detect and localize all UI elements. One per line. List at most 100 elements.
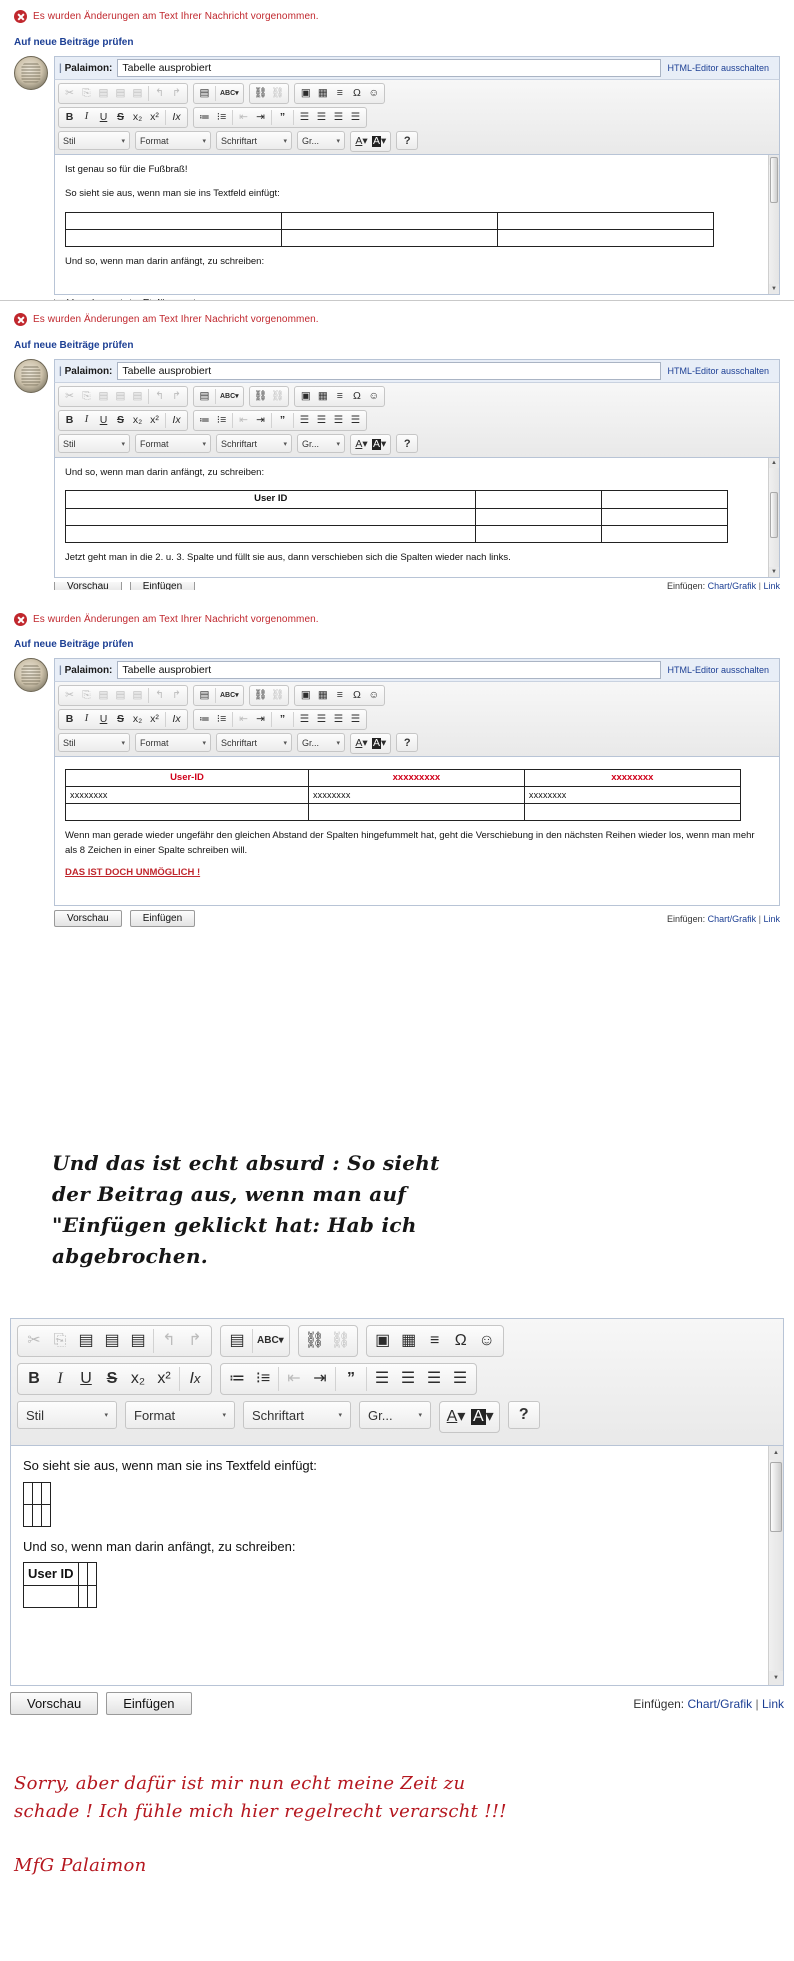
style-select[interactable]: Stil ▾ [58, 434, 130, 453]
help-button[interactable]: ? [507, 1401, 540, 1429]
table-cell[interactable] [64, 228, 283, 247]
bold-icon[interactable]: B [61, 711, 78, 728]
image-icon[interactable]: ▣ [297, 687, 314, 704]
align-center-icon[interactable]: ☰ [313, 109, 330, 126]
smiley-icon[interactable]: ☺ [365, 85, 382, 102]
subject-input[interactable] [117, 661, 662, 679]
paste-as-text-icon[interactable]: ▤ [112, 85, 129, 102]
outdent-icon[interactable]: ⇤ [235, 711, 252, 728]
undo-icon[interactable]: ↰ [151, 687, 168, 704]
align-justify-icon[interactable]: ☰ [347, 109, 364, 126]
horizontal-rule-icon[interactable]: ≡ [422, 1328, 448, 1354]
text-color-button[interactable]: A ▾ [443, 1404, 469, 1430]
blockquote-format-icon[interactable]: ▤ [196, 388, 213, 405]
table-cell[interactable] [64, 507, 477, 526]
paste-from-word-icon[interactable]: ▤ [125, 1328, 151, 1354]
align-justify-icon[interactable]: ☰ [347, 412, 364, 429]
table-cell[interactable] [601, 507, 729, 526]
editor-body[interactable]: ▲ ▼ So sieht sie aus, wenn man sie ins T… [10, 1446, 784, 1686]
spellcheck-icon[interactable]: ABC▾ [218, 687, 241, 704]
unlink-icon[interactable]: ⛓ [269, 85, 286, 102]
subscript-icon[interactable]: x₂ [129, 711, 146, 728]
blockquote-icon[interactable]: ” [274, 109, 291, 126]
table-cell[interactable] [77, 1584, 88, 1608]
paste-icon[interactable]: ▤ [95, 388, 112, 405]
table-header-cell[interactable]: User ID [64, 490, 477, 509]
bulleted-list-icon[interactable]: ⁝≡ [250, 1366, 276, 1392]
editor-body[interactable]: User-ID xxxxxxxxx xxxxxxxx xxxxxxxx xxxx… [54, 757, 780, 906]
special-character-icon[interactable]: Ω [348, 85, 365, 102]
strikethrough-icon[interactable]: S [112, 109, 129, 126]
unlink-icon[interactable]: ⛓ [269, 687, 286, 704]
style-select[interactable]: Stil ▾ [58, 131, 130, 150]
remove-format-icon[interactable]: Ix [182, 1366, 208, 1392]
copy-icon[interactable]: ⎘ [47, 1328, 73, 1354]
table-cell[interactable] [32, 1481, 42, 1505]
blockquote-icon[interactable]: ” [274, 412, 291, 429]
editor-body[interactable]: ▲ ▼ Ist genau so für die Fußbraß! So sie… [54, 155, 780, 295]
table-cell[interactable]: xxxxxxxx [307, 786, 525, 805]
indent-icon[interactable]: ⇥ [252, 109, 269, 126]
paste-icon[interactable]: ▤ [73, 1328, 99, 1354]
paste-as-text-icon[interactable]: ▤ [112, 687, 129, 704]
bulleted-list-icon[interactable]: ⁝≡ [213, 109, 230, 126]
undo-icon[interactable]: ↰ [151, 85, 168, 102]
underline-icon[interactable]: U [95, 711, 112, 728]
size-select[interactable]: Gr... ▾ [297, 434, 345, 453]
inserted-table[interactable] [64, 211, 715, 247]
horizontal-rule-icon[interactable]: ≡ [331, 85, 348, 102]
table-cell[interactable] [23, 1481, 33, 1505]
table-cell[interactable] [475, 507, 603, 526]
size-select[interactable]: Gr... ▾ [359, 1401, 431, 1429]
underline-icon[interactable]: U [95, 412, 112, 429]
inserted-table[interactable]: User ID [64, 490, 729, 543]
special-character-icon[interactable]: Ω [348, 687, 365, 704]
check-new-posts-link[interactable]: Auf neue Beiträge prüfen [14, 639, 780, 650]
format-select[interactable]: Format ▾ [135, 434, 211, 453]
special-character-icon[interactable]: Ω [448, 1328, 474, 1354]
text-color-button[interactable]: A ▾ [353, 133, 370, 150]
strikethrough-icon[interactable]: S [112, 412, 129, 429]
editor-content[interactable]: Und so, wenn man darin anfängt, zu schre… [55, 458, 779, 577]
table-cell[interactable] [475, 490, 603, 509]
blockquote-icon[interactable]: ” [338, 1366, 364, 1392]
collapsed-table-2[interactable]: User ID [23, 1562, 97, 1608]
italic-icon[interactable]: I [78, 711, 95, 728]
smiley-icon[interactable]: ☺ [365, 388, 382, 405]
bold-icon[interactable]: B [21, 1366, 47, 1392]
cut-icon[interactable]: ✂ [61, 388, 78, 405]
redo-icon[interactable]: ↱ [168, 85, 185, 102]
align-left-icon[interactable]: ☰ [296, 412, 313, 429]
text-color-button[interactable]: A ▾ [353, 735, 370, 752]
blockquote-format-icon[interactable]: ▤ [196, 687, 213, 704]
underline-icon[interactable]: U [95, 109, 112, 126]
link-icon[interactable]: ⛓ [252, 388, 269, 405]
paste-from-word-icon[interactable]: ▤ [129, 388, 146, 405]
paste-icon[interactable]: ▤ [95, 687, 112, 704]
align-center-icon[interactable]: ☰ [313, 711, 330, 728]
italic-icon[interactable]: I [47, 1366, 73, 1392]
spellcheck-icon[interactable]: ABC▾ [218, 85, 241, 102]
table-cell[interactable] [601, 490, 729, 509]
link-icon[interactable]: ⛓ [252, 85, 269, 102]
text-color-button[interactable]: A ▾ [353, 436, 370, 453]
table-header-cell[interactable]: User-ID [65, 768, 309, 788]
horizontal-rule-icon[interactable]: ≡ [331, 388, 348, 405]
table-icon[interactable]: ▦ [314, 85, 331, 102]
table-cell[interactable] [64, 211, 283, 230]
superscript-icon[interactable]: x² [146, 412, 163, 429]
editor-body[interactable]: ▲ ▼ Und so, wenn man darin anfängt, zu s… [54, 458, 780, 578]
align-right-icon[interactable]: ☰ [330, 412, 347, 429]
chart-grafik-link[interactable]: Chart/Grafik [687, 1697, 752, 1711]
format-select[interactable]: Format ▾ [125, 1401, 235, 1429]
insert-button[interactable]: Einfügen [129, 582, 196, 590]
preview-button[interactable]: Vorschau [54, 582, 122, 590]
redo-icon[interactable]: ↱ [168, 388, 185, 405]
align-center-icon[interactable]: ☰ [395, 1366, 421, 1392]
copy-icon[interactable]: ⎘ [78, 85, 95, 102]
editor-scrollbar[interactable]: ▲ ▼ [768, 458, 779, 577]
table-cell[interactable] [23, 1584, 79, 1608]
collapsed-table-1[interactable] [23, 1481, 51, 1527]
editor-content[interactable]: User-ID xxxxxxxxx xxxxxxxx xxxxxxxx xxxx… [55, 757, 779, 888]
table-icon[interactable]: ▦ [314, 687, 331, 704]
